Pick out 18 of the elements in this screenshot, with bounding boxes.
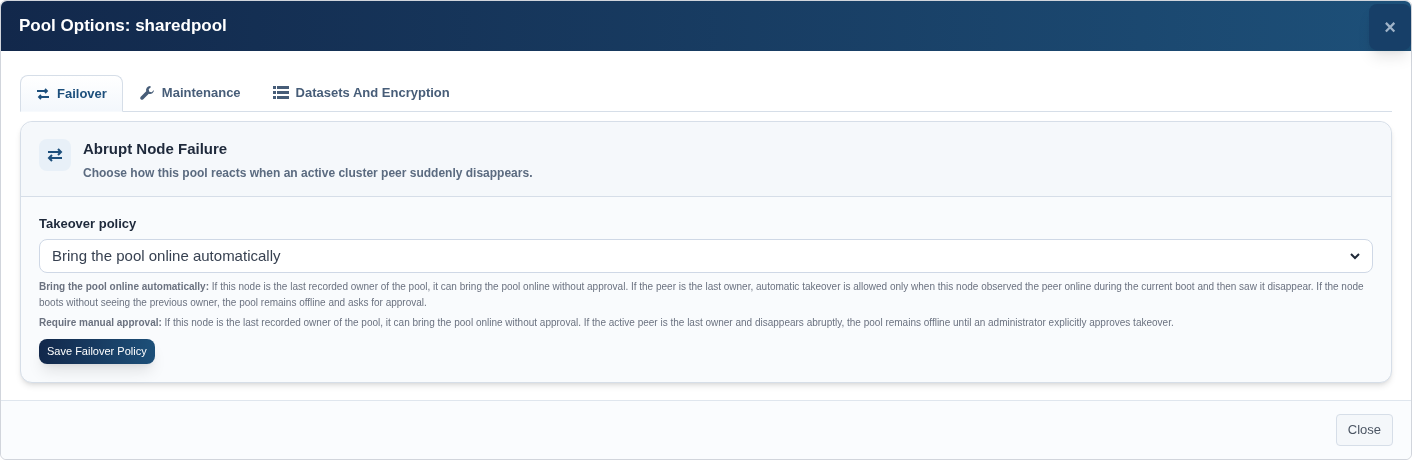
save-button[interactable]: Save Failover Policy	[39, 339, 155, 364]
help-text: Require manual approval: If this node is the last recorded owner of the pool, it can bring the pool online without approval. If the active peer is the last owner and disappears abruptly, the pool remains offline until an administrator explicitly approves takeover.	[39, 316, 1175, 330]
list-icon	[272, 86, 289, 99]
help-text: Bring the pool online automatically: If this node is the last recorded owner of the pool, it can bring the pool online without approval. If the peer is the last owner, automatic takeover is allowed only when this node observed the peer online during the current boot and then saw it disappear. If the node boots without seeing the previous owner, the pool remains offline and asks for approval.	[39, 280, 1365, 310]
window-title: Pool Options: sharedpool	[19, 15, 227, 38]
section-title: Abrupt Node Failure	[83, 139, 229, 159]
tab[interactable]: Datasets And Encryption	[256, 74, 466, 111]
swap-icon	[36, 87, 50, 100]
field-label: Takeover policy	[39, 214, 138, 233]
policy-dropdown[interactable]: Bring the pool online automatically	[39, 239, 1373, 273]
tab[interactable]: Failover	[20, 75, 123, 112]
tab[interactable]: Maintenance	[122, 74, 257, 111]
close-button[interactable]: ×	[1369, 4, 1411, 50]
chevron-down-icon	[1350, 252, 1360, 260]
close-button[interactable]: Close	[1335, 414, 1393, 446]
wrench-icon	[138, 84, 155, 101]
section-subtitle: Choose how this pool reacts when an active cluster peer suddenly disappears.	[83, 164, 533, 182]
swap-icon	[39, 139, 71, 171]
